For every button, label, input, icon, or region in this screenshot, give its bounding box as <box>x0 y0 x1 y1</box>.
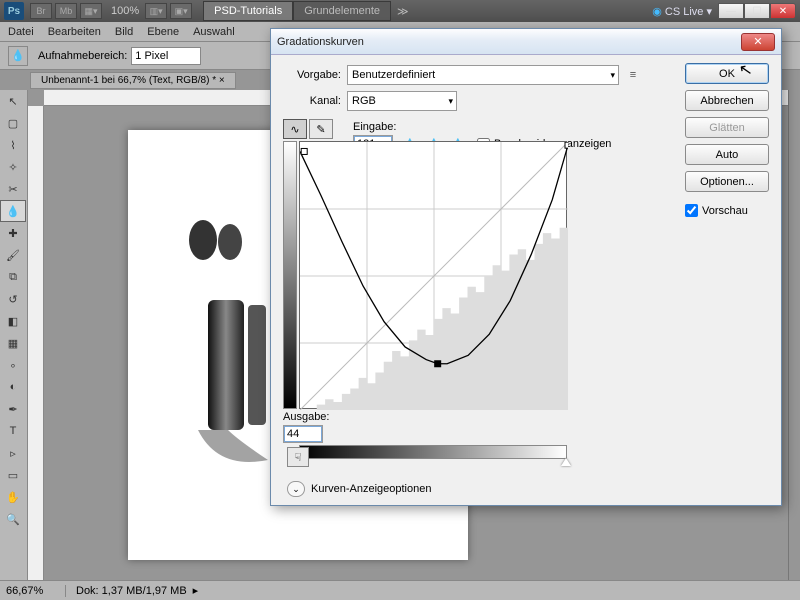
window-minimize[interactable]: — <box>718 3 744 19</box>
window-close[interactable]: ✕ <box>770 3 796 19</box>
output-label: Ausgabe: <box>283 411 341 423</box>
window-maximize[interactable]: ☐ <box>744 3 770 19</box>
zoom-readout: 100% <box>111 5 139 17</box>
menu-bild[interactable]: Bild <box>115 26 133 38</box>
eyedropper-tool[interactable]: 💧 <box>0 200 26 222</box>
zoom-tool[interactable]: 🔍 <box>0 508 26 530</box>
blur-tool[interactable]: ∘ <box>0 354 26 376</box>
cancel-button[interactable]: Abbrechen <box>685 90 769 111</box>
heal-tool[interactable]: ✚ <box>0 222 26 244</box>
dialog-close-button[interactable]: ✕ <box>741 33 775 51</box>
app-titlebar: Ps Br Mb ▦▾ 100% ▥▾ ▣▾ PSD-Tutorials Gru… <box>0 0 800 22</box>
path-tool[interactable]: ▹ <box>0 442 26 464</box>
options-button[interactable]: Optionen... <box>685 171 769 192</box>
smooth-button[interactable]: Glätten <box>685 117 769 138</box>
bridge-button[interactable]: Br <box>30 3 52 19</box>
sample-range-label: Aufnahmebereich: <box>38 50 127 62</box>
marquee-tool[interactable]: ▢ <box>0 112 26 134</box>
white-point-slider[interactable] <box>561 458 571 466</box>
pen-tool[interactable]: ✒ <box>0 398 26 420</box>
sample-range-input[interactable] <box>131 47 201 65</box>
move-tool[interactable]: ↖ <box>0 90 26 112</box>
channel-combo[interactable]: RGB▾ <box>347 91 457 111</box>
menu-auswahl[interactable]: Auswahl <box>193 26 235 38</box>
canvas-artwork <box>189 220 268 462</box>
expand-options-label: Kurven-Anzeigeoptionen <box>311 483 431 495</box>
more-tabs[interactable]: ≫ <box>397 5 409 18</box>
ruler-vertical <box>28 106 44 580</box>
gradient-tool[interactable]: ▦ <box>0 332 26 354</box>
channel-value: RGB <box>352 95 376 107</box>
right-dock[interactable] <box>788 90 800 580</box>
statusbar: 66,67% Dok: 1,37 MB/1,97 MB ▸ <box>0 580 800 600</box>
status-docsize: Dok: 1,37 MB/1,97 MB <box>76 585 187 597</box>
output-value[interactable]: 44 <box>283 425 323 443</box>
eyedropper-tool-icon[interactable]: 💧 <box>8 46 28 66</box>
ok-button[interactable]: OK <box>685 63 769 84</box>
stamp-tool[interactable]: ⧉ <box>0 266 26 288</box>
type-tool[interactable]: T <box>0 420 26 442</box>
workspace-tabs: PSD-Tutorials Grundelemente <box>203 1 391 21</box>
cslive-menu[interactable]: ◉ CS Live ▾ <box>652 5 712 18</box>
auto-button[interactable]: Auto <box>685 144 769 165</box>
hand-tool[interactable]: ✋ <box>0 486 26 508</box>
tab-psd-tutorials[interactable]: PSD-Tutorials <box>203 1 293 21</box>
screenmode-button[interactable]: ▣▾ <box>170 3 192 19</box>
curve-pencil-tool[interactable]: ✎ <box>309 119 333 139</box>
curve-graph[interactable] <box>299 141 567 409</box>
wand-tool[interactable]: ✧ <box>0 156 26 178</box>
brush-tool[interactable]: 🖌 <box>0 244 26 266</box>
channel-label: Kanal: <box>283 95 341 107</box>
dodge-tool[interactable]: ◐ <box>0 376 26 398</box>
output-gradient <box>283 141 297 409</box>
toolbox: ↖ ▢ ⌇ ✧ ✂ 💧 ✚ 🖌 ⧉ ↺ ◧ ▦ ∘ ◐ ✒ T ▹ ▭ ✋ 🔍 <box>0 90 28 580</box>
crop-tool[interactable]: ✂ <box>0 178 26 200</box>
minibridge-button[interactable]: Mb <box>55 3 77 19</box>
status-zoom[interactable]: 66,67% <box>6 585 66 597</box>
document-tab[interactable]: Unbenannt-1 bei 66,7% (Text, RGB/8) * × <box>30 72 236 89</box>
preview-checkbox[interactable]: Vorschau <box>685 204 769 217</box>
curves-dialog: Gradationskurven ✕ Vorgabe: Benutzerdefi… <box>270 28 782 506</box>
dialog-titlebar[interactable]: Gradationskurven ✕ <box>271 29 781 55</box>
menu-ebene[interactable]: Ebene <box>147 26 179 38</box>
preset-combo[interactable]: Benutzerdefiniert▾ <box>347 65 619 85</box>
tab-grundelemente[interactable]: Grundelemente <box>293 1 391 21</box>
menu-datei[interactable]: Datei <box>8 26 34 38</box>
shape-tool[interactable]: ▭ <box>0 464 26 486</box>
eraser-tool[interactable]: ◧ <box>0 310 26 332</box>
dialog-title: Gradationskurven <box>277 36 741 48</box>
app-icon: Ps <box>4 2 24 20</box>
menu-bearbeiten[interactable]: Bearbeiten <box>48 26 101 38</box>
arrange-button[interactable]: ▥▾ <box>145 3 167 19</box>
preset-label: Vorgabe: <box>283 69 341 81</box>
lasso-tool[interactable]: ⌇ <box>0 134 26 156</box>
input-gradient[interactable] <box>299 445 567 459</box>
history-brush-tool[interactable]: ↺ <box>0 288 26 310</box>
preset-menu-icon[interactable]: ≡ <box>625 67 641 83</box>
preset-value: Benutzerdefiniert <box>352 69 435 81</box>
expand-options-button[interactable]: ⌄ <box>287 481 305 497</box>
curve-point-tool[interactable]: ∿ <box>283 119 307 139</box>
viewmode-button[interactable]: ▦▾ <box>80 3 102 19</box>
targeted-adjust-tool[interactable]: ☟ <box>287 447 309 467</box>
